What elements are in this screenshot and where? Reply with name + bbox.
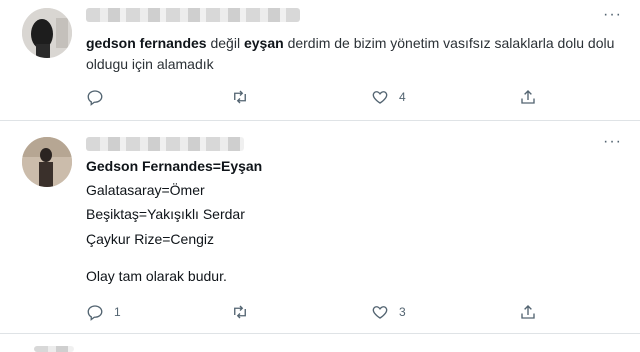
like-count: 3 [399,305,406,319]
retweet-icon [234,305,246,319]
retweet-button[interactable] [231,86,259,108]
mention-text: gedson fernandes [86,35,207,51]
like-icon [372,91,388,104]
tweet-line: Çaykur Rize=Cengiz [86,231,214,247]
retweet-icon [234,90,246,104]
tweet[interactable]: ··· Gedson Fernandes=Eyşan Galatasaray=Ö… [0,121,640,334]
tweet-actions: 4 [86,86,556,108]
body-text-segment: değil [210,35,241,51]
retweet-button[interactable] [231,301,259,323]
share-button[interactable] [519,86,537,108]
like-icon [372,306,388,319]
mention-text: eyşan [243,35,284,51]
tweet-title: Gedson Fernandes=Eyşan [86,158,263,174]
more-icon[interactable]: ··· [603,7,622,23]
tweet-actions: 1 3 [86,301,556,323]
tweet-line: Beşiktaş=Yakışıklı Serdar [86,206,245,222]
author-name-blurred[interactable] [34,346,74,352]
tweet-line: Olay tam olarak budur. [86,268,227,284]
tweet[interactable]: ··· gedson fernandes değil eyşan derdim … [0,0,640,121]
like-button[interactable]: 4 [371,86,406,108]
reply-count: 1 [114,305,121,319]
author-name-blurred[interactable] [86,137,244,151]
reply-icon [87,90,103,106]
share-icon [521,305,535,319]
tweet[interactable] [0,334,640,352]
like-button[interactable]: 3 [371,301,406,323]
reply-button[interactable]: 1 [86,301,121,323]
avatar[interactable] [22,137,72,187]
avatar[interactable] [22,8,72,58]
tweet-text: gedson fernandes değil eyşan derdim de b… [86,33,621,75]
share-button[interactable] [519,301,537,323]
reply-button[interactable] [86,86,114,108]
like-count: 4 [399,90,406,104]
author-name-blurred[interactable] [86,8,300,22]
more-icon[interactable]: ··· [603,134,622,150]
share-icon [521,90,535,104]
reply-icon [87,305,103,321]
tweet-line: Galatasaray=Ömer [86,182,205,198]
